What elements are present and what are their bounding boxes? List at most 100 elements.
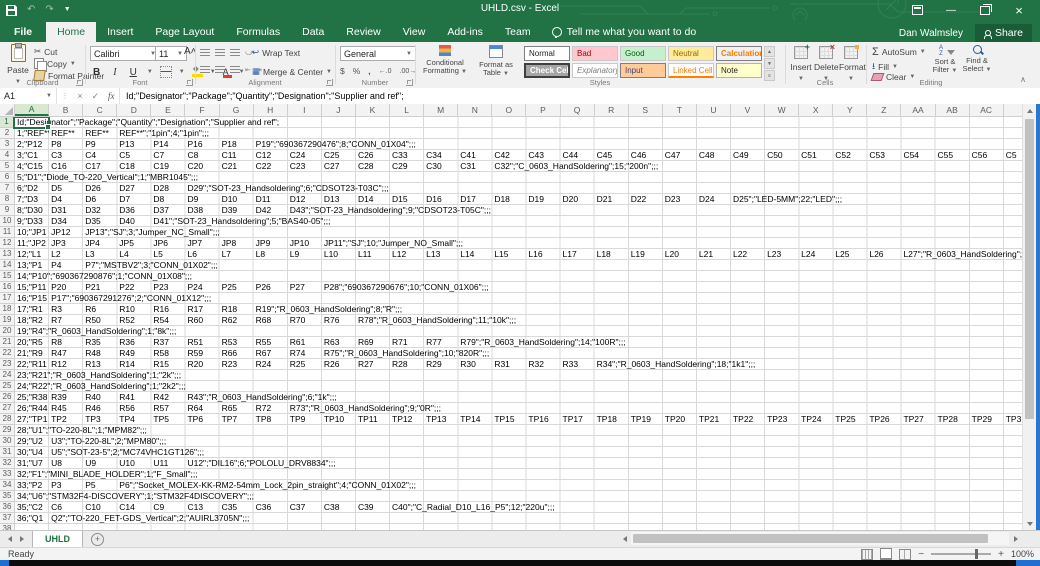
column-header-C[interactable]: C — [83, 104, 117, 116]
grid-cell[interactable]: 14;"P10";"690367290876";1;"CONN_01X08";;… — [15, 271, 49, 281]
grid-cell[interactable]: 6;"D2 — [15, 183, 49, 193]
column-header-AB[interactable]: AB — [936, 104, 970, 116]
grid-cell[interactable]: 4;"C15 — [15, 161, 49, 171]
grid-cell[interactable]: R57 — [151, 403, 185, 413]
grid-cell[interactable]: R14 — [117, 359, 151, 369]
page-layout-view-icon[interactable] — [880, 548, 892, 561]
formula-input[interactable]: Id;"Designator";"Package";"Quantity";"De… — [120, 88, 1040, 104]
grid-cell[interactable]: C30 — [424, 161, 458, 171]
grid-cell[interactable]: R16 — [151, 304, 185, 314]
grid-cell[interactable]: 31;"U7 — [15, 458, 49, 468]
column-header-K[interactable]: K — [356, 104, 390, 116]
select-all-corner[interactable] — [0, 104, 15, 116]
row-header-22[interactable]: 22 — [0, 348, 15, 359]
grid-cell[interactable]: L11 — [356, 249, 390, 259]
grid-cell[interactable]: D24 — [697, 194, 731, 204]
grid-cell[interactable]: L22 — [731, 249, 765, 259]
row-header-1[interactable]: 1 — [0, 117, 15, 128]
column-header-F[interactable]: F — [185, 104, 219, 116]
grid-cell[interactable]: C17 — [83, 161, 117, 171]
grid-cell[interactable]: P25 — [220, 282, 254, 292]
grid-cell[interactable]: C20 — [185, 161, 219, 171]
grid-cell[interactable]: R50 — [83, 315, 117, 325]
grid-cell[interactable]: L20 — [663, 249, 697, 259]
grid-cell[interactable]: 24;"R22";"R_0603_HandSoldering";1;"2k2";… — [15, 381, 49, 391]
grid-cell[interactable]: R61 — [288, 337, 322, 347]
grid-cell[interactable]: TP20 — [663, 414, 697, 424]
grid-cell[interactable]: 19;"R4";"R_0603_HandSoldering";1;"8k";;; — [15, 326, 49, 336]
grid-cell[interactable]: 25;"R38 — [15, 392, 49, 402]
user-name[interactable]: Dan Walmsley — [899, 28, 963, 39]
grid-cell[interactable]: D37 — [151, 205, 185, 215]
grid-cell[interactable]: C55 — [936, 150, 970, 160]
restore-icon[interactable] — [968, 0, 1002, 20]
vertical-scroll-thumb[interactable] — [1025, 119, 1034, 419]
grid-cell[interactable]: L6 — [185, 249, 219, 259]
grid-cell[interactable]: P28";"690367290676";10;"CONN_01X06";;; — [322, 282, 356, 292]
merge-center-button[interactable]: ▦Merge & Center▼ — [252, 66, 332, 77]
grid-cell[interactable]: L7 — [220, 249, 254, 259]
grid-cell[interactable]: JP12 — [49, 227, 83, 237]
grid-cell[interactable]: R65 — [220, 403, 254, 413]
grid-cell[interactable]: R23 — [220, 359, 254, 369]
find-select-button[interactable]: Find &Select ▼ — [962, 45, 992, 74]
grid-cell[interactable]: R24 — [254, 359, 288, 369]
grid-cell[interactable]: R62 — [220, 315, 254, 325]
grid-cell[interactable]: P6";"Socket_MOLEX-KK-RM2-54mm_Lock_2pin_… — [117, 480, 151, 490]
grid-cell[interactable]: R47 — [49, 348, 83, 358]
grid-cell[interactable]: R40 — [83, 392, 117, 402]
sort-filter-button[interactable]: AZ Sort &Filter ▼ — [930, 45, 960, 75]
align-right-icon[interactable] — [230, 66, 240, 74]
grid-cell[interactable]: C56 — [970, 150, 1004, 160]
grid-cell[interactable]: TP4 — [117, 414, 151, 424]
row-header-15[interactable]: 15 — [0, 271, 15, 282]
row-header-10[interactable]: 10 — [0, 216, 15, 227]
grid-cell[interactable]: 2;"P12 — [15, 139, 49, 149]
share-button[interactable]: Share — [975, 24, 1032, 42]
grid-cell[interactable]: P5 — [83, 480, 117, 490]
horizontal-scroll-track[interactable] — [631, 532, 1009, 545]
grid-cell[interactable]: C35 — [220, 502, 254, 512]
scroll-left-icon[interactable] — [618, 532, 631, 545]
column-header-O[interactable]: O — [492, 104, 526, 116]
grid-cell[interactable]: JP3 — [49, 238, 83, 248]
row-header-8[interactable]: 8 — [0, 194, 15, 205]
conditional-formatting-button[interactable]: ConditionalFormatting ▼ — [419, 45, 471, 76]
row-header-36[interactable]: 36 — [0, 502, 15, 513]
delete-cells-button[interactable]: Delete▼ — [814, 46, 838, 82]
percent-style-icon[interactable]: % — [353, 66, 361, 76]
grid-cell[interactable]: TP16 — [526, 414, 560, 424]
row-header-21[interactable]: 21 — [0, 337, 15, 348]
grid-cell[interactable]: 17;"R1 — [15, 304, 49, 314]
grid-cell[interactable]: D10 — [220, 194, 254, 204]
grid-cell[interactable]: 15;"P11 — [15, 282, 49, 292]
align-bottom-icon[interactable] — [230, 49, 240, 57]
row-header-29[interactable]: 29 — [0, 425, 15, 436]
grid-cell[interactable]: D18 — [492, 194, 526, 204]
grid-cell[interactable]: REF** — [49, 128, 83, 138]
grid-cell[interactable]: R34";"R_0603_HandSoldering";18;"1k1";;; — [595, 359, 629, 369]
grid-cell[interactable]: C37 — [288, 502, 322, 512]
comma-style-icon[interactable]: , — [368, 66, 370, 76]
grid-cell[interactable]: R39 — [49, 392, 83, 402]
grid-cell[interactable]: L23 — [765, 249, 799, 259]
grid-cell[interactable]: C42 — [492, 150, 526, 160]
grid-cell[interactable]: Id;"Designator";"Package";"Quantity";"De… — [15, 117, 49, 127]
name-box[interactable]: A1▼ — [0, 88, 57, 104]
tab-add-ins[interactable]: Add-ins — [436, 22, 494, 42]
grid-cell[interactable]: C18 — [117, 161, 151, 171]
column-header-M[interactable]: M — [424, 104, 458, 116]
cancel-formula-icon[interactable]: × — [77, 91, 82, 101]
grid-cell[interactable]: R63 — [322, 337, 356, 347]
grid-cell[interactable]: D32 — [83, 205, 117, 215]
tab-view[interactable]: View — [392, 22, 437, 42]
column-header-I[interactable]: I — [288, 104, 322, 116]
grid-cell[interactable]: D29";"SOT-23_Handsoldering";6;"CDSOT23-T… — [185, 183, 219, 193]
column-header-V[interactable]: V — [731, 104, 765, 116]
grid-cell[interactable]: R10 — [117, 304, 151, 314]
font-dialog-launcher-icon[interactable] — [186, 79, 193, 86]
align-middle-icon[interactable] — [215, 49, 225, 57]
grid-cell[interactable]: C49 — [731, 150, 765, 160]
grid-cell[interactable]: TP27 — [901, 414, 935, 424]
grid-cell[interactable]: P27 — [288, 282, 322, 292]
